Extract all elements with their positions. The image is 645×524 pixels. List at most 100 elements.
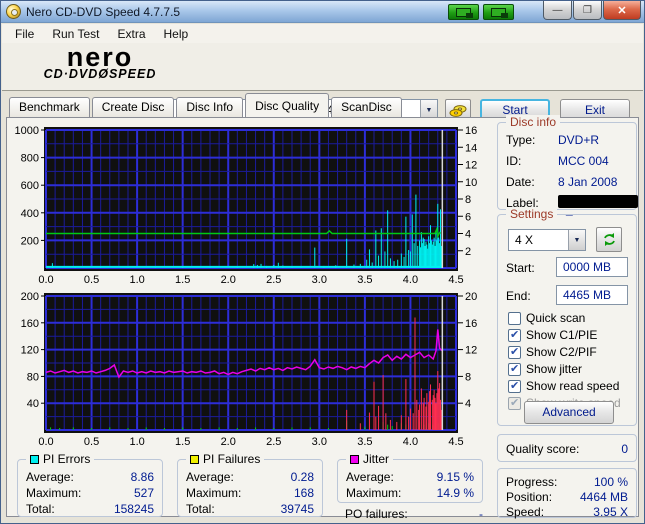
svg-text:1.5: 1.5: [175, 436, 190, 448]
position-label: Position:: [506, 490, 553, 504]
svg-text:0.0: 0.0: [38, 436, 53, 448]
app-window: Nero CD-DVD Speed 4.7.7.5 — ❐ ✕ File Run…: [0, 0, 645, 524]
tab-scandisc[interactable]: ScanDisc: [331, 97, 402, 117]
progress-box: Progress: 100 % Position: 4464 MB Speed: 3.…: [497, 468, 637, 519]
svg-text:0.5: 0.5: [84, 436, 99, 448]
stat-value: 14.9 %: [436, 486, 474, 500]
svg-text:20: 20: [465, 291, 477, 303]
stat-label: Total:: [186, 502, 215, 516]
menu-file[interactable]: File: [6, 25, 43, 43]
stat-value: 158245: [113, 502, 154, 516]
po-failures-label: PO failures:: [345, 507, 408, 521]
app-disc-icon: [6, 4, 21, 19]
type-value: DVD+R: [558, 133, 600, 147]
svg-text:1.5: 1.5: [175, 274, 190, 286]
refresh-button[interactable]: [596, 227, 622, 252]
progress-label: Progress:: [506, 475, 558, 489]
svg-text:2.5: 2.5: [266, 274, 281, 286]
svg-text:0.5: 0.5: [84, 274, 99, 286]
svg-text:3.5: 3.5: [357, 274, 372, 286]
show-read-speed-checkbox[interactable]: Show read speed: [508, 379, 619, 393]
svg-text:800: 800: [21, 153, 39, 165]
advanced-button[interactable]: Advanced: [524, 401, 614, 424]
start-input[interactable]: 0000 MB: [556, 257, 628, 277]
checkbox-label: Show jitter: [526, 362, 583, 376]
stat-label: Maximum:: [346, 486, 402, 500]
menu-extra[interactable]: Extra: [108, 25, 154, 43]
pi-failures-stats-box: PI Failures Average: 0.28 Maximum: 168 Tot…: [177, 452, 323, 517]
refresh-icon: [603, 233, 615, 246]
end-input[interactable]: 4465 MB: [556, 285, 628, 305]
menu-help[interactable]: Help: [155, 25, 198, 43]
label-value-redacted: [558, 195, 638, 208]
svg-text:600: 600: [21, 180, 39, 192]
checkbox-label: Show C2/PIF: [526, 345, 597, 359]
pi-errors-stats-box: PI Errors Average: 8.86 Maximum: 527 Total…: [17, 452, 163, 517]
disc-quality-panel: 200 400 600 800 1000 2 4 6 8 10 12 14 16 0.0 0.5 1.0 1.5…: [6, 115, 639, 521]
checkbox-icon: [508, 362, 521, 376]
svg-text:4: 4: [465, 229, 471, 241]
progress-value: 100 %: [593, 475, 628, 489]
svg-text:80: 80: [27, 371, 39, 383]
checkbox-icon: [508, 311, 521, 325]
settings-box: Settings 4 X ▼ Start: 0000 MB End: 4465 …: [497, 207, 637, 426]
stat-value: 527: [133, 486, 154, 500]
jitter-legend-swatch: [350, 454, 359, 464]
svg-text:2.0: 2.0: [221, 436, 236, 448]
tab-benchmark[interactable]: Benchmark: [9, 97, 90, 117]
titlebar: Nero CD-DVD Speed 4.7.7.5 — ❐ ✕: [1, 1, 644, 23]
type-label: Type:: [506, 133, 536, 147]
tab-disc-info[interactable]: Disc Info: [176, 97, 244, 117]
checkbox-label: Show C1/PIE: [526, 328, 598, 342]
svg-text:120: 120: [21, 345, 39, 357]
stat-value: 8.86: [130, 470, 154, 484]
pi-failures-legend-swatch: [190, 454, 199, 464]
speed-select[interactable]: 4 X ▼: [508, 229, 586, 251]
speed-select-value: 4 X: [515, 233, 534, 247]
stat-value: 9.15 %: [436, 470, 474, 484]
capture-window-button[interactable]: [448, 4, 479, 20]
close-button[interactable]: ✕: [603, 1, 641, 20]
svg-text:1.0: 1.0: [129, 274, 144, 286]
quality-score-label: Quality score:: [506, 442, 580, 456]
position-value: 4464 MB: [579, 490, 628, 504]
svg-text:10: 10: [465, 177, 477, 189]
svg-text:14: 14: [465, 142, 477, 154]
settings-title: Settings: [506, 207, 558, 221]
stat-label: Average:: [26, 470, 74, 484]
svg-text:6: 6: [465, 211, 471, 223]
disk-glyph-icon: [491, 7, 508, 18]
disc-info-box: Disc info Type: DVD+R ID: MCC 004 Date: 8 J…: [497, 115, 638, 216]
chevron-down-icon[interactable]: ▼: [568, 230, 585, 250]
date-value: 8 Jan 2008: [558, 175, 618, 189]
quick-scan-checkbox[interactable]: Quick scan: [508, 311, 585, 325]
tab-disc-quality[interactable]: Disc Quality: [245, 93, 330, 117]
pi-errors-legend-swatch: [30, 454, 39, 464]
tab-create-disc[interactable]: Create Disc: [91, 97, 175, 117]
show-c1-pie-checkbox[interactable]: Show C1/PIE: [508, 328, 597, 342]
jitter-title: Jitter: [363, 452, 390, 466]
menu-run-test[interactable]: Run Test: [43, 25, 108, 43]
speed-label: Speed:: [506, 505, 545, 519]
svg-text:16: 16: [465, 318, 477, 330]
svg-text:200: 200: [21, 235, 39, 247]
minimize-button[interactable]: —: [543, 1, 572, 20]
toolbar: nero CD·DVDØSPEED [0:1] ATAPI DVD A DH20…: [2, 43, 643, 122]
speed-value: 3.95 X: [593, 505, 628, 519]
svg-text:3.0: 3.0: [312, 274, 327, 286]
capture-save-button[interactable]: [483, 4, 514, 20]
id-label: ID:: [506, 154, 522, 168]
show-c2-pif-checkbox[interactable]: Show C2/PIF: [508, 345, 597, 359]
checkbox-icon: [508, 396, 521, 410]
svg-text:2: 2: [465, 246, 471, 258]
date-label: Date:: [506, 175, 535, 189]
stat-label: Total:: [26, 502, 55, 516]
show-jitter-checkbox[interactable]: Show jitter: [508, 362, 582, 376]
svg-text:3.5: 3.5: [357, 436, 372, 448]
stat-value: 0.28: [290, 470, 314, 484]
quality-score-value: 0: [621, 442, 628, 456]
maximize-button[interactable]: ❐: [573, 1, 602, 20]
svg-text:12: 12: [465, 345, 477, 357]
tabstrip: Benchmark Create Disc Disc Info Disc Qua…: [7, 93, 639, 117]
checkbox-label: Quick scan: [526, 311, 586, 325]
